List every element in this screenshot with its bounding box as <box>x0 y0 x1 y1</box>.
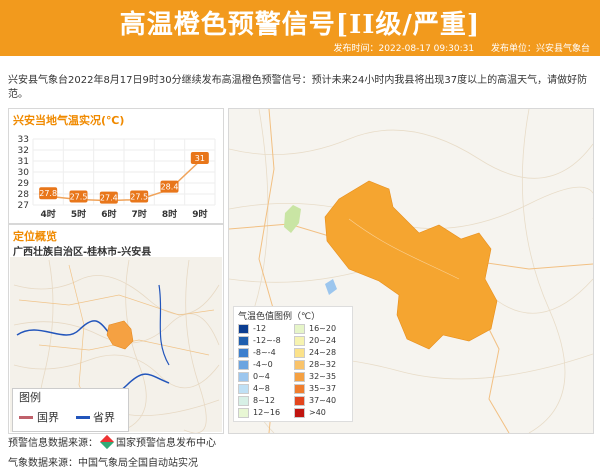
header-bar: 高温橙色预警信号[II级/严重] 发布时间：2022-08-17 09:30:3… <box>0 0 600 56</box>
value-label: 27.5 <box>70 193 88 202</box>
legend-swatch <box>294 395 305 406</box>
legend-label: 12~16 <box>253 408 281 417</box>
value-label: 27.8 <box>39 189 57 198</box>
temperature-legend-item: 8~12 <box>238 395 275 407</box>
temperature-legend-item: 28~32 <box>294 359 336 371</box>
warning-source-name: 国家预警信息发布中心 <box>116 438 216 449</box>
y-tick-label: 28 <box>18 190 30 200</box>
temperature-legend-title: 气温色值图例（℃） <box>238 312 321 322</box>
value-label: 31 <box>195 154 205 163</box>
legend-swatch <box>238 383 249 394</box>
legend-label: 28~32 <box>309 360 337 369</box>
warning-description: 兴安县气象台2022年8月17日9时30分继续发布高温橙色预警信号：预计未来24… <box>8 75 588 100</box>
legend-swatch <box>238 347 249 358</box>
publish-meta: 发布时间：2022-08-17 09:30:31 发布单位：兴安县气象台 <box>320 41 590 54</box>
temperature-chart: 2728293031323327.84时27.55时27.46时27.57时28… <box>18 135 216 220</box>
x-tick-label: 7时 <box>132 208 147 220</box>
legend-swatch <box>238 323 249 334</box>
temperature-legend-item: 12~16 <box>238 407 280 419</box>
legend-provincial-border: 省界 <box>93 411 115 424</box>
legend-swatch <box>294 347 305 358</box>
temperature-legend: 气温色值图例（℃） -12 16~20 -12~-8 20~24 -8~-4 24~28 -… <box>233 306 353 422</box>
legend-swatch <box>238 359 249 370</box>
temperature-legend-item: 4~8 <box>238 383 270 395</box>
provincial-border-swatch <box>76 416 90 419</box>
temperature-legend-item: 24~28 <box>294 347 336 359</box>
temperature-legend-item: -12 <box>238 323 266 335</box>
publish-time: 发布时间：2022-08-17 09:30:31 <box>333 44 475 54</box>
value-label: 27.4 <box>100 194 118 203</box>
legend-label: -4~0 <box>253 360 273 369</box>
x-tick-label: 4时 <box>41 208 56 220</box>
legend-swatch <box>294 371 305 382</box>
x-tick-label: 5时 <box>71 208 86 220</box>
y-tick-label: 31 <box>18 157 29 167</box>
page-title: 高温橙色预警信号[II级/严重] <box>119 10 481 40</box>
location-panel: 定位概览 广西壮族自治区-桂林市-兴安县 图例 国界 省界 <box>8 224 224 434</box>
x-tick-label: 8时 <box>162 208 177 220</box>
temperature-legend-item: 16~20 <box>294 323 336 335</box>
legend-swatch <box>238 371 249 382</box>
legend-label: 35~37 <box>309 384 337 393</box>
publisher: 发布单位：兴安县气象台 <box>490 44 590 54</box>
release-center-logo-icon <box>99 434 115 450</box>
y-tick-label: 33 <box>18 135 29 145</box>
legend-label: 37~40 <box>309 396 337 405</box>
legend-national-border: 国界 <box>37 411 59 424</box>
county-map-panel: 气温色值图例（℃） -12 16~20 -12~-8 20~24 -8~-4 24~28 -… <box>228 108 594 434</box>
y-tick-label: 30 <box>18 168 30 178</box>
legend-label: -8~-4 <box>253 348 276 357</box>
boundary-legend: 图例 国界 省界 <box>12 388 129 432</box>
temperature-legend-item: -4~0 <box>238 359 273 371</box>
warning-source: 预警信息数据来源： 国家预警信息发布中心 <box>8 434 216 450</box>
x-tick-label: 6时 <box>101 208 116 220</box>
legend-swatch <box>294 323 305 334</box>
national-border-swatch <box>19 416 33 419</box>
boundary-legend-title: 图例 <box>19 391 41 404</box>
y-tick-label: 27 <box>18 201 29 211</box>
legend-swatch <box>238 395 249 406</box>
y-tick-label: 32 <box>18 146 29 156</box>
legend-label: 32~35 <box>309 372 337 381</box>
temperature-legend-item: >40 <box>294 407 326 419</box>
y-tick-label: 29 <box>18 179 30 189</box>
weather-source: 气象数据来源：中国气象局全国自动站实况 <box>8 458 198 469</box>
value-label: 28.4 <box>161 183 179 192</box>
legend-label: >40 <box>309 408 326 417</box>
legend-swatch <box>238 335 249 346</box>
temperature-legend-item: 37~40 <box>294 395 336 407</box>
legend-swatch <box>294 359 305 370</box>
legend-label: 24~28 <box>309 348 337 357</box>
legend-swatch <box>294 383 305 394</box>
temperature-legend-item: 32~35 <box>294 371 336 383</box>
temperature-legend-item: 0~4 <box>238 371 270 383</box>
temperature-legend-item: -8~-4 <box>238 347 276 359</box>
temperature-legend-item: 20~24 <box>294 335 336 347</box>
temperature-legend-item: 35~37 <box>294 383 336 395</box>
legend-label: 16~20 <box>309 324 337 333</box>
legend-label: 0~4 <box>253 372 270 381</box>
legend-label: 8~12 <box>253 396 275 405</box>
legend-label: 4~8 <box>253 384 270 393</box>
temperature-panel: 兴安当地气温实况(℃) 27 28 29 30 31 32 33 27.8 4时 27.5 5时 27… <box>8 108 224 224</box>
legend-swatch <box>238 407 249 418</box>
legend-label: -12~-8 <box>253 336 281 345</box>
x-tick-label: 9时 <box>192 208 207 220</box>
legend-swatch <box>294 407 305 418</box>
value-label: 27.5 <box>130 193 148 202</box>
warning-source-label: 预警信息数据来源： <box>8 438 98 449</box>
legend-label: -12 <box>253 324 267 333</box>
legend-swatch <box>294 335 305 346</box>
temperature-legend-item: -12~-8 <box>238 335 281 347</box>
legend-label: 20~24 <box>309 336 337 345</box>
